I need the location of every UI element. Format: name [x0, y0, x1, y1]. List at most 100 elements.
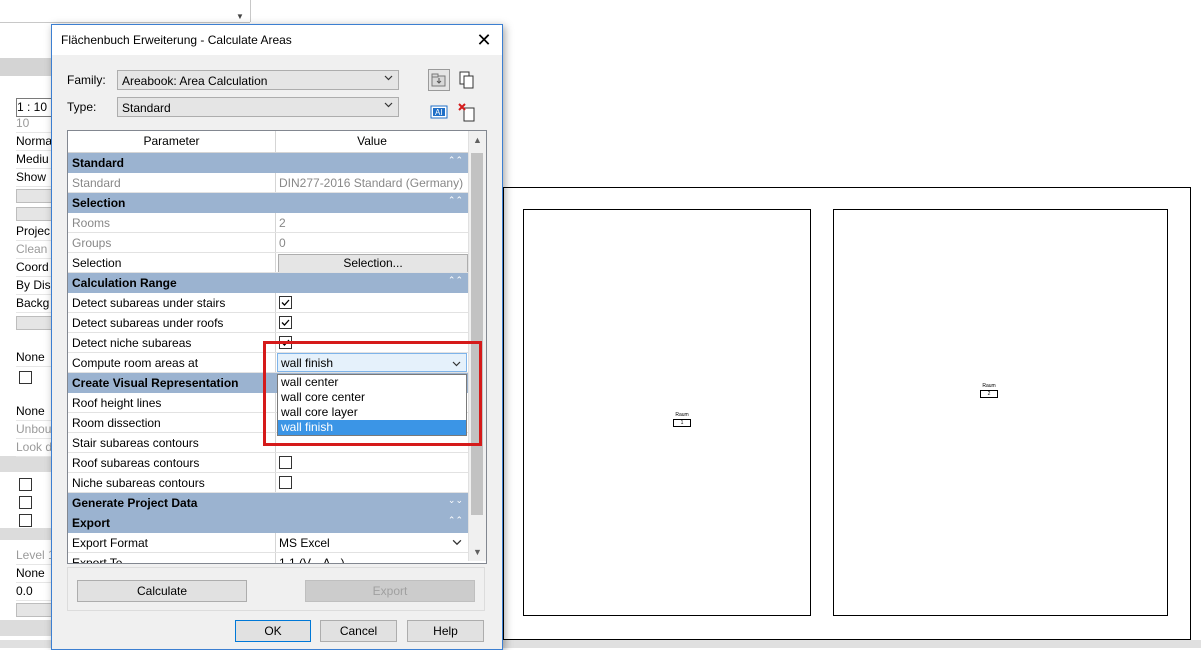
param-value: 2 — [279, 216, 286, 230]
category-selection[interactable]: Selection ⌃⌃ — [68, 193, 468, 213]
collapse-icon[interactable]: ⌃⌃ — [448, 155, 463, 166]
properties-value[interactable]: Coord — [16, 259, 52, 277]
properties-value[interactable]: None — [16, 565, 52, 583]
row-export-format: Export Format MS Excel — [68, 533, 468, 553]
column-header-value: Value — [357, 134, 387, 148]
niche-contours-checkbox[interactable] — [279, 476, 292, 489]
calculate-areas-dialog: Flächenbuch Erweiterung - Calculate Area… — [51, 24, 503, 650]
properties-value[interactable]: Show — [16, 169, 52, 187]
properties-value[interactable]: None — [16, 403, 52, 421]
room-tag[interactable]: Raum 2 — [974, 383, 1004, 398]
category-label: Calculation Range — [72, 276, 177, 290]
room-tag-number: 2 — [980, 390, 998, 398]
properties-value[interactable]: None — [16, 349, 52, 367]
room-tag-name: Raum — [982, 383, 996, 389]
row-standard: Standard DIN277-2016 Standard (Germany) — [68, 173, 468, 193]
room-2-boundary[interactable] — [833, 209, 1168, 616]
properties-value[interactable]: Look d — [16, 439, 52, 457]
category-project-data[interactable]: Generate Project Data ⌄⌄ — [68, 493, 468, 513]
category-calculation-range[interactable]: Calculation Range ⌃⌃ — [68, 273, 468, 293]
family-label: Family: — [67, 73, 106, 87]
detect-roofs-checkbox[interactable] — [279, 316, 292, 329]
category-export[interactable]: Export ⌃⌃ — [68, 513, 468, 533]
delete-type-icon[interactable] — [456, 101, 478, 123]
param-name: Roof height lines — [72, 396, 162, 410]
param-name: Rooms — [72, 216, 111, 230]
duplicate-type-icon[interactable] — [456, 69, 478, 91]
scrollbar-thumb[interactable] — [471, 153, 483, 515]
properties-group-band — [0, 456, 52, 472]
properties-value[interactable]: Level 1 — [16, 547, 52, 565]
collapse-icon[interactable]: ⌃⌃ — [448, 275, 463, 286]
properties-edit-button[interactable] — [16, 603, 54, 617]
row-selection: Selection Selection... — [68, 253, 468, 273]
export-template-value[interactable]: 1.1 (V... A...) — [279, 556, 345, 563]
dropdown-arrow-icon[interactable]: ▼ — [236, 12, 244, 21]
param-name: Selection — [72, 256, 122, 270]
row-export-template: Export Te 1.1 (V... A...) — [68, 553, 468, 563]
properties-value[interactable]: Mediu — [16, 151, 52, 169]
collapse-icon[interactable]: ⌃⌃ — [448, 515, 463, 526]
properties-value[interactable]: 0.0 — [16, 583, 52, 601]
properties-checkbox[interactable] — [19, 496, 32, 509]
param-name: Standard — [72, 176, 121, 190]
properties-value[interactable]: Unbou — [16, 421, 52, 439]
properties-edit-button[interactable] — [16, 316, 54, 330]
detect-stairs-checkbox[interactable] — [279, 296, 292, 309]
param-value: DIN277-2016 Standard (Germany) — [279, 176, 464, 190]
family-select[interactable]: Areabook: Area Calculation — [117, 70, 399, 90]
param-name: Niche subareas contours — [72, 476, 205, 490]
room-tag[interactable]: Raum 1 — [667, 412, 697, 427]
properties-value[interactable]: Projec — [16, 223, 52, 241]
close-icon[interactable]: ✕ — [470, 27, 498, 53]
row-groups: Groups 0 — [68, 233, 468, 253]
export-format-value[interactable]: MS Excel — [279, 536, 330, 550]
properties-edit-button[interactable] — [16, 207, 54, 221]
properties-value[interactable]: Norma — [16, 133, 52, 151]
expand-icon[interactable]: ⌄⌄ — [448, 495, 463, 506]
dialog-titlebar: Flächenbuch Erweiterung - Calculate Area… — [52, 25, 502, 55]
properties-checkbox[interactable] — [19, 371, 32, 384]
load-family-icon[interactable] — [428, 69, 450, 91]
scroll-down-icon[interactable]: ▼ — [473, 547, 482, 557]
row-detect-stairs: Detect subareas under stairs — [68, 293, 468, 313]
type-label: Type: — [67, 100, 97, 114]
properties-group-band — [0, 528, 52, 540]
export-button[interactable]: Export — [305, 580, 475, 602]
row-roof-contours: Roof subareas contours — [68, 453, 468, 473]
properties-value[interactable]: By Dis — [16, 277, 52, 295]
column-header-parameter: Parameter — [68, 131, 276, 152]
room-tag-name: Raum — [675, 412, 689, 418]
collapse-icon[interactable]: ⌃⌃ — [448, 195, 463, 206]
type-selector-strip — [0, 0, 250, 23]
properties-checkbox[interactable] — [19, 514, 32, 527]
type-select[interactable]: Standard — [117, 97, 399, 117]
room-tag-number: 1 — [673, 419, 691, 427]
param-name: Compute room areas at — [72, 356, 199, 370]
properties-value[interactable]: Clean — [16, 241, 52, 259]
roof-contours-checkbox[interactable] — [279, 456, 292, 469]
properties-value[interactable]: Backg — [16, 295, 52, 313]
param-name: Export Format — [72, 536, 149, 550]
help-button[interactable]: Help — [407, 620, 484, 642]
param-name: Detect subareas under stairs — [72, 296, 226, 310]
view-divider — [250, 0, 251, 22]
action-group: Calculate Export — [67, 567, 485, 611]
calculate-button[interactable]: Calculate — [77, 580, 247, 602]
category-label: Standard — [72, 156, 125, 170]
chevron-down-icon — [384, 102, 393, 108]
selection-button[interactable]: Selection... — [278, 254, 468, 273]
chevron-down-icon[interactable] — [452, 537, 462, 547]
properties-edit-button[interactable] — [16, 189, 54, 203]
properties-checkbox[interactable] — [19, 478, 32, 491]
rename-type-icon[interactable]: AI — [428, 101, 450, 123]
ok-button[interactable]: OK — [235, 620, 311, 642]
cancel-button[interactable]: Cancel — [320, 620, 397, 642]
row-niche-contours: Niche subareas contours — [68, 473, 468, 493]
row-detect-roofs: Detect subareas under roofs — [68, 313, 468, 333]
category-standard[interactable]: Standard ⌃⌃ — [68, 153, 468, 173]
properties-value[interactable]: 10 — [16, 115, 52, 133]
type-select-value: Standard — [122, 101, 171, 115]
param-name: Groups — [72, 236, 112, 250]
scroll-up-icon[interactable]: ▲ — [473, 135, 482, 145]
